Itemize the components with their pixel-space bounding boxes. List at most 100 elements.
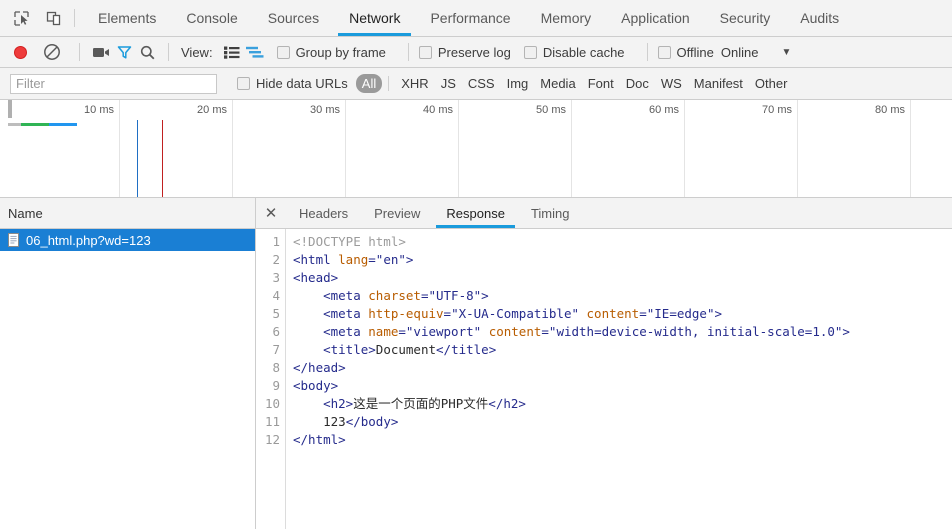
preserve-log-checkbox[interactable]: [418, 45, 432, 59]
code-token: 123: [293, 414, 346, 429]
tab-label: Console: [186, 10, 238, 26]
filter-icon[interactable]: [113, 42, 135, 62]
overview-tick-label: 60 ms: [649, 104, 679, 116]
group-by-frame-checkbox[interactable]: [276, 45, 290, 59]
response-source-code[interactable]: <!DOCTYPE html> <html lang="en"> <head> <m…: [286, 229, 952, 529]
line-number: 3: [272, 270, 280, 285]
detail-tab-label: Response: [446, 205, 505, 221]
disable-cache-checkbox[interactable]: [523, 45, 537, 59]
request-detail-panel: ✕ Headers Preview Response Timing 123456…: [256, 198, 952, 529]
detail-tab-label: Preview: [374, 205, 421, 221]
code-token: </title>: [436, 342, 497, 357]
network-toolbar: View: Group by frame Preserve log Disabl…: [0, 37, 952, 68]
code-token: 这是一个页面的PHP文件: [353, 396, 489, 411]
toolbar-separator: [407, 43, 409, 61]
group-by-frame-option[interactable]: Group by frame: [276, 45, 386, 60]
requests-column-header[interactable]: Name: [0, 198, 255, 229]
line-number: 1: [272, 234, 280, 249]
panel-tabs: Elements Console Sources Network Perform…: [83, 0, 854, 36]
overview-request-bar: [8, 123, 77, 126]
filter-type-manifest[interactable]: Manifest: [688, 74, 749, 93]
offline-option[interactable]: Offline: [657, 45, 714, 60]
network-lower-pane: Name 06_html.php?wd=123 ✕ Headers Previe…: [0, 198, 952, 529]
waterfall-view-icon[interactable]: [244, 42, 266, 62]
code-line: <meta charset="UTF-8">: [293, 287, 952, 305]
code-line: 123</body>: [293, 413, 952, 431]
filter-type-font[interactable]: Font: [582, 74, 620, 93]
filter-type-xhr[interactable]: XHR: [395, 74, 434, 93]
chevron-down-icon[interactable]: ▼: [781, 47, 791, 58]
device-toolbar-icon[interactable]: [42, 7, 64, 29]
filter-type-ws[interactable]: WS: [655, 74, 688, 93]
search-icon[interactable]: [136, 42, 158, 62]
filter-type-doc[interactable]: Doc: [620, 74, 655, 93]
hide-data-urls-checkbox[interactable]: [237, 77, 250, 90]
record-button[interactable]: [14, 45, 27, 59]
tab-network[interactable]: Network: [334, 0, 415, 36]
tab-label: Audits: [800, 10, 840, 26]
hide-data-urls-option[interactable]: Hide data URLs: [237, 76, 348, 91]
tab-audits[interactable]: Audits: [785, 0, 854, 36]
code-token: Document: [375, 342, 437, 357]
offline-checkbox[interactable]: [657, 45, 671, 59]
line-number: 5: [272, 306, 280, 321]
tab-elements[interactable]: Elements: [83, 0, 171, 36]
throttling-select[interactable]: Online: [721, 45, 759, 60]
code-token: "en": [375, 252, 406, 267]
tab-response[interactable]: Response: [433, 198, 518, 228]
code-token: >: [842, 324, 850, 339]
tab-console[interactable]: Console: [171, 0, 252, 36]
tab-sources[interactable]: Sources: [253, 0, 334, 36]
code-token: =: [398, 324, 406, 339]
overview-divider: [232, 100, 233, 197]
toolbar-separator: [646, 43, 648, 61]
request-row[interactable]: 06_html.php?wd=123: [0, 229, 255, 251]
code-token: >: [405, 252, 414, 267]
filter-type-img[interactable]: Img: [501, 74, 535, 93]
capture-screenshots-icon[interactable]: [90, 42, 112, 62]
filter-type-all[interactable]: All: [355, 74, 383, 93]
tab-memory[interactable]: Memory: [526, 0, 607, 36]
filter-type-css[interactable]: CSS: [462, 74, 501, 93]
code-line: <h2>这是一个页面的PHP文件</h2>: [293, 395, 952, 413]
preserve-log-option[interactable]: Preserve log: [418, 45, 511, 60]
overview-divider: [571, 100, 572, 197]
tab-application[interactable]: Application: [606, 0, 705, 36]
tab-preview[interactable]: Preview: [361, 198, 433, 228]
tab-label: Network: [349, 10, 401, 26]
code-line: <html lang="en">: [293, 251, 952, 269]
filter-type-other[interactable]: Other: [749, 74, 794, 93]
code-line: <title>Document</title>: [293, 341, 952, 359]
filter-input[interactable]: [10, 73, 217, 94]
tab-performance[interactable]: Performance: [415, 0, 525, 36]
tab-headers[interactable]: Headers: [286, 198, 361, 228]
disable-cache-option[interactable]: Disable cache: [523, 45, 625, 60]
overview-window-handle[interactable]: [8, 100, 12, 118]
tab-timing[interactable]: Timing: [518, 198, 583, 228]
network-overview[interactable]: 10 ms 20 ms 30 ms 40 ms 50 ms 60 ms 70 m…: [0, 100, 952, 198]
list-view-icon[interactable]: [221, 42, 243, 62]
line-number: 10: [264, 396, 280, 411]
code-token: "viewport": [405, 324, 482, 339]
clear-icon[interactable]: [43, 43, 61, 61]
close-icon[interactable]: ✕: [256, 198, 286, 228]
filter-type-media[interactable]: Media: [534, 74, 581, 93]
tab-security[interactable]: Security: [705, 0, 786, 36]
inspect-element-icon[interactable]: [10, 7, 32, 29]
code-token: </html>: [293, 432, 346, 447]
line-number: 6: [272, 324, 280, 339]
segment-waiting: [21, 123, 49, 126]
tab-label: Performance: [430, 10, 511, 26]
filter-type-js[interactable]: JS: [435, 74, 462, 93]
overview-divider: [797, 100, 798, 197]
code-token: >: [481, 288, 489, 303]
overview-tick-label: 40 ms: [423, 104, 453, 116]
detail-tab-label: Headers: [299, 205, 349, 221]
code-token: <meta: [323, 288, 369, 303]
code-token: <meta: [323, 306, 369, 321]
response-body-view[interactable]: 1 2 3 4 5 6 7 8 9 10 11 12 <!DOCTYPE html> <html lan…: [256, 229, 952, 529]
line-number: 7: [272, 342, 280, 357]
